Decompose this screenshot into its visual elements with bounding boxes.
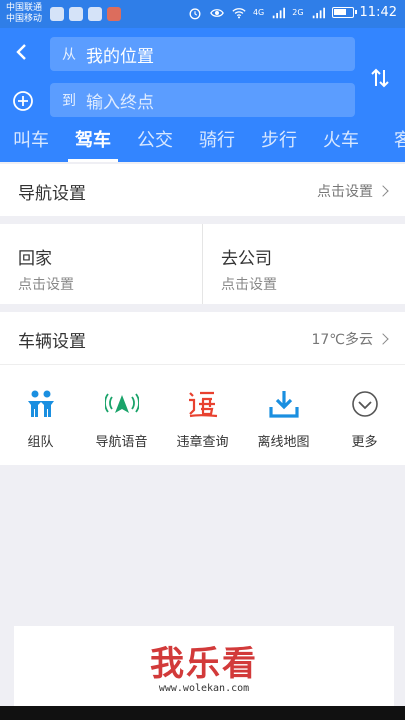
nav-settings-label: 导航设置 xyxy=(18,184,86,204)
clock: 11:42 xyxy=(359,5,397,20)
chevron-right-icon xyxy=(377,185,389,197)
tab-1[interactable]: 驾车 xyxy=(62,124,124,162)
nav-settings-value: 点击设置 xyxy=(317,181,389,201)
carrier-1: 中国联通 xyxy=(6,3,43,13)
status-bar: 中国联通 中国移动 4G 2G 11:42 xyxy=(0,0,405,28)
carrier-2: 中国移动 xyxy=(6,14,43,24)
nav-settings-row[interactable]: 导航设置 点击设置 xyxy=(0,164,405,216)
battery-icon xyxy=(331,7,357,18)
tool-offline-map[interactable]: 离线地图 xyxy=(243,365,324,465)
carrier-info: 中国联通 中国移动 xyxy=(6,3,42,25)
vehicle-settings-row[interactable]: 车辆设置 17℃多云 xyxy=(0,312,405,365)
swap-icon[interactable] xyxy=(369,66,391,90)
tab-4[interactable]: 步行 xyxy=(248,124,310,162)
eye-icon xyxy=(210,8,224,17)
voice-nav-icon xyxy=(105,393,139,413)
app-notification-icon xyxy=(50,7,64,21)
tool-offline-map-label: 离线地图 xyxy=(257,435,310,450)
tool-voice-nav[interactable]: 导航语音 xyxy=(81,365,162,465)
tool-more-label: 更多 xyxy=(351,435,378,450)
chevron-right-icon xyxy=(377,333,389,345)
tool-more[interactable]: 更多 xyxy=(324,365,405,465)
back-icon[interactable] xyxy=(12,42,32,62)
app-notification-icon xyxy=(107,7,121,21)
alarm-icon xyxy=(189,7,201,19)
offline-map-icon xyxy=(269,391,299,418)
route-header: 从 我的位置 到 输入终点 叫车 驾车 公交 骑行 步行 火车客 xyxy=(0,28,405,162)
notification-icons xyxy=(50,7,121,21)
system-nav-bar xyxy=(0,706,405,720)
signal-icon xyxy=(312,7,325,18)
destination-field[interactable]: 到 输入终点 xyxy=(50,83,355,117)
go-work-item[interactable]: 去公司 点击设置 xyxy=(203,224,405,304)
transport-tabs: 叫车 驾车 公交 骑行 步行 火车客 xyxy=(0,124,405,162)
tool-voice-nav-label: 导航语音 xyxy=(95,435,148,450)
add-waypoint-icon[interactable] xyxy=(12,90,34,112)
origin-prefix: 从 xyxy=(62,47,76,63)
go-home-sub: 点击设置 xyxy=(18,277,74,293)
weather-value: 17℃多云 xyxy=(311,329,389,349)
tool-violation-label: 违章查询 xyxy=(176,435,229,450)
tool-grid: 组队 导航语音 违章查询 离线地图 更多 xyxy=(0,365,405,465)
tab-0[interactable]: 叫车 xyxy=(0,124,62,162)
go-home-title: 回家 xyxy=(18,249,52,269)
go-work-sub: 点击设置 xyxy=(221,277,277,293)
tab-2[interactable]: 公交 xyxy=(124,124,186,162)
tab-6[interactable]: 客 xyxy=(372,124,405,162)
tab-5[interactable]: 火车 xyxy=(310,124,372,162)
destination-placeholder: 输入终点 xyxy=(86,92,154,113)
weather-text: 17℃多云 xyxy=(311,332,373,348)
team-icon xyxy=(28,390,54,417)
battery-level xyxy=(333,9,346,15)
signal-icon xyxy=(272,7,286,18)
tab-3[interactable]: 骑行 xyxy=(186,124,248,162)
nav-settings-value-text: 点击设置 xyxy=(317,184,373,200)
watermark-url: www.wolekan.com xyxy=(158,683,250,694)
app-notification-icon xyxy=(88,7,102,21)
shortcut-card: 回家 点击设置 去公司 点击设置 xyxy=(0,224,405,304)
origin-field[interactable]: 从 我的位置 xyxy=(50,37,355,71)
watermark-logo: 我乐看 xyxy=(150,644,258,684)
more-icon xyxy=(352,391,378,417)
tool-violation[interactable]: 违章查询 xyxy=(162,365,243,465)
status-right: 4G 2G 11:42 xyxy=(187,5,397,20)
go-work-title: 去公司 xyxy=(221,249,272,269)
origin-value: 我的位置 xyxy=(86,46,154,67)
destination-prefix: 到 xyxy=(62,93,76,109)
watermark-banner: 我乐看 www.wolekan.com xyxy=(14,626,394,706)
wifi-icon xyxy=(232,7,246,18)
vehicle-settings-label: 车辆设置 xyxy=(18,332,86,352)
tool-team-label: 组队 xyxy=(27,435,54,450)
network-type-2: 2G xyxy=(292,8,304,17)
app-notification-icon xyxy=(69,7,83,21)
network-type-1: 4G xyxy=(252,8,265,17)
violation-icon xyxy=(189,391,218,418)
tool-team[interactable]: 组队 xyxy=(0,365,81,465)
go-home-item[interactable]: 回家 点击设置 xyxy=(0,224,202,304)
